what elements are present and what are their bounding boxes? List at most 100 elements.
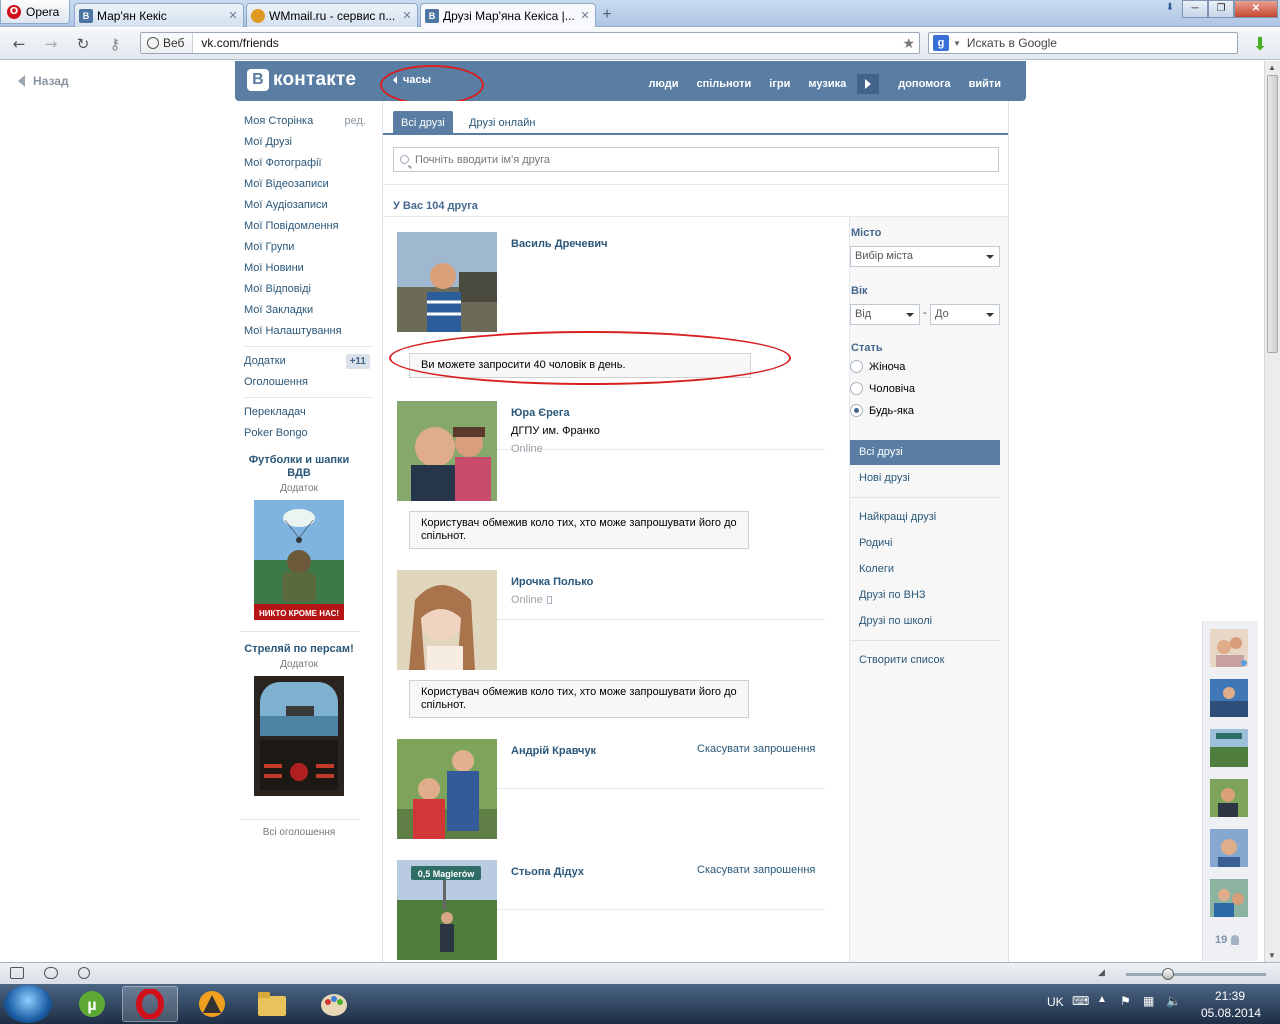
aimp-taskbar-icon[interactable] [184, 986, 240, 1022]
back-arrow-icon[interactable]: ← [8, 34, 30, 54]
volume-icon[interactable]: 🔈 [1166, 994, 1181, 1008]
keyboard-icon[interactable]: ⌨ [1072, 994, 1089, 1008]
opera-unite-icon[interactable]: ⬇ [1158, 0, 1182, 18]
nav-communities[interactable]: спільноти [687, 78, 760, 90]
menu-item-settings[interactable]: Мої Налаштування [244, 321, 374, 342]
reload-icon[interactable]: ↻ [72, 34, 94, 54]
vk-logo[interactable]: В контакте [247, 69, 356, 91]
friend-photo[interactable]: 0,5 Magierów [397, 860, 497, 960]
radio-button[interactable] [850, 360, 863, 373]
tab-all-friends[interactable]: Всі друзі [393, 111, 453, 135]
download-arrow-icon[interactable]: ⬇ [1250, 34, 1270, 54]
back-link[interactable]: Назад [18, 74, 69, 88]
age-to-select[interactable]: До [930, 304, 1000, 325]
nav-help[interactable]: допомога [889, 78, 959, 90]
zoom-out-icon[interactable]: ◢ [1098, 967, 1105, 978]
action-center-flag-icon[interactable]: ⚑ [1120, 994, 1131, 1008]
menu-item-translator[interactable]: Перекладач [244, 402, 374, 423]
browser-tab-1[interactable]: В Мар'ян Кекіс ✕ [74, 3, 244, 27]
menu-item-friends[interactable]: Мої Друзі [244, 132, 374, 153]
friend-photo[interactable] [397, 232, 497, 332]
opera-menu-button[interactable]: O Opera [0, 0, 70, 24]
explorer-taskbar-icon[interactable] [244, 986, 300, 1022]
list-colleagues[interactable]: Колеги [850, 557, 1000, 582]
nav-music[interactable]: музика [799, 78, 855, 90]
friend-search-input[interactable]: Почніть вводити ім'я друга [393, 147, 999, 172]
ad-block-1[interactable]: Футболки и шапки ВДВ Додаток НИКТО КРОМЕ… [240, 454, 358, 623]
list-school-friends[interactable]: Друзі по школі [850, 609, 1000, 634]
cancel-invitation-link[interactable]: Скасувати запрошення [697, 743, 815, 755]
close-window-button[interactable]: ✕ [1234, 0, 1278, 18]
list-all-friends[interactable]: Всі друзі [850, 440, 1000, 465]
tray-expand-icon[interactable]: ▲ [1097, 994, 1107, 1005]
address-badge[interactable]: Веб [141, 33, 194, 53]
menu-item-photos[interactable]: Мої Фотографії [244, 153, 374, 174]
radio-button-selected[interactable] [850, 404, 863, 417]
friend-name[interactable]: Юра Єрега [511, 407, 570, 419]
speed-dial-icon[interactable] [78, 967, 90, 979]
ad-image-paratroopers[interactable]: НИКТО КРОМЕ НАС! [254, 500, 344, 620]
play-icon[interactable] [857, 74, 880, 94]
minimize-button[interactable]: ─ [1182, 0, 1208, 18]
utorrent-taskbar-icon[interactable]: µ [64, 986, 120, 1022]
clock-date[interactable]: 05.08.2014 [1201, 1006, 1261, 1020]
mini-bar-count[interactable]: 19 [1215, 934, 1240, 946]
menu-item-messages[interactable]: Мої Повідомлення [244, 216, 374, 237]
scroll-down-icon[interactable]: ▼ [1268, 951, 1276, 960]
mini-friend-avatar[interactable] [1210, 779, 1248, 817]
browser-tab-3-active[interactable]: В Друзі Мар'яна Кекіса |... ✕ [420, 3, 596, 27]
menu-item-news[interactable]: Мої Новини [244, 258, 374, 279]
friend-name[interactable]: Василь Дречевич [511, 238, 608, 250]
page-scrollbar[interactable]: ▲ ▼ [1264, 61, 1280, 962]
list-new-friends[interactable]: Нові друзі [850, 466, 1000, 491]
menu-item-audio[interactable]: Мої Аудіозаписи [244, 195, 374, 216]
ad-title[interactable]: Футболки и шапки ВДВ [240, 454, 358, 480]
all-ads-link[interactable]: Всі оголошення [240, 827, 358, 838]
tab-friends-online[interactable]: Друзі онлайн [461, 111, 543, 135]
radio-button[interactable] [850, 382, 863, 395]
nav-logout[interactable]: вийти [960, 78, 1010, 90]
gender-radio-female[interactable]: Жіноча [850, 360, 905, 373]
zoom-slider[interactable] [1126, 968, 1266, 980]
key-icon[interactable]: ⚷ [104, 34, 126, 54]
address-field[interactable]: Веб vk.com/friends ★ [140, 32, 920, 54]
clock-time[interactable]: 21:39 [1215, 989, 1245, 1003]
keyboard-language[interactable]: UK [1047, 995, 1064, 1009]
list-university-friends[interactable]: Друзі по ВНЗ [850, 583, 1000, 608]
cancel-invitation-link[interactable]: Скасувати запрошення [697, 864, 815, 876]
friend-photo[interactable] [397, 401, 497, 501]
restore-button[interactable]: ❐ [1208, 0, 1234, 18]
tab-close-icon[interactable]: ✕ [579, 9, 591, 22]
gender-radio-male[interactable]: Чоловіча [850, 382, 915, 395]
menu-item-groups[interactable]: Мої Групи [244, 237, 374, 258]
search-engine-dropdown-icon[interactable]: ▼ [953, 39, 961, 48]
friend-name[interactable]: Ирочка Полько [511, 576, 593, 588]
list-best-friends[interactable]: Найкращі друзі [850, 505, 1000, 530]
age-from-select[interactable]: Від [850, 304, 920, 325]
new-tab-plus-icon[interactable]: + [598, 6, 616, 24]
cloud-icon[interactable] [44, 967, 58, 979]
bookmark-star-icon[interactable]: ★ [902, 35, 919, 52]
scroll-up-icon[interactable]: ▲ [1268, 63, 1276, 72]
menu-item-apps[interactable]: Додатки +11 [244, 351, 374, 372]
nav-games[interactable]: ігри [760, 78, 799, 90]
ad-block-2[interactable]: Стреляй по персам! Додаток [240, 643, 358, 799]
forward-arrow-icon[interactable]: → [40, 34, 62, 54]
zoom-slider-knob[interactable] [1162, 968, 1174, 980]
gender-radio-any[interactable]: Будь-яка [850, 404, 914, 417]
nav-people[interactable]: люди [639, 78, 687, 90]
edit-link[interactable]: ред. [345, 111, 366, 132]
friend-photo[interactable] [397, 570, 497, 670]
friend-name[interactable]: Андрій Кравчук [511, 745, 596, 757]
mini-friend-avatar[interactable] [1210, 679, 1248, 717]
windows-start-button[interactable] [4, 985, 52, 1023]
mini-friend-avatar[interactable] [1210, 829, 1248, 867]
menu-item-answers[interactable]: Мої Відповіді [244, 279, 374, 300]
city-select[interactable]: Вибір міста [850, 246, 1000, 267]
create-list-link[interactable]: Створити список [850, 648, 1000, 673]
mini-friend-avatar[interactable] [1210, 629, 1248, 667]
mini-friend-avatar[interactable] [1210, 729, 1248, 767]
scrollbar-thumb[interactable] [1267, 75, 1278, 353]
menu-item-ads[interactable]: Оголошення [244, 372, 374, 393]
list-relatives[interactable]: Родичі [850, 531, 1000, 556]
